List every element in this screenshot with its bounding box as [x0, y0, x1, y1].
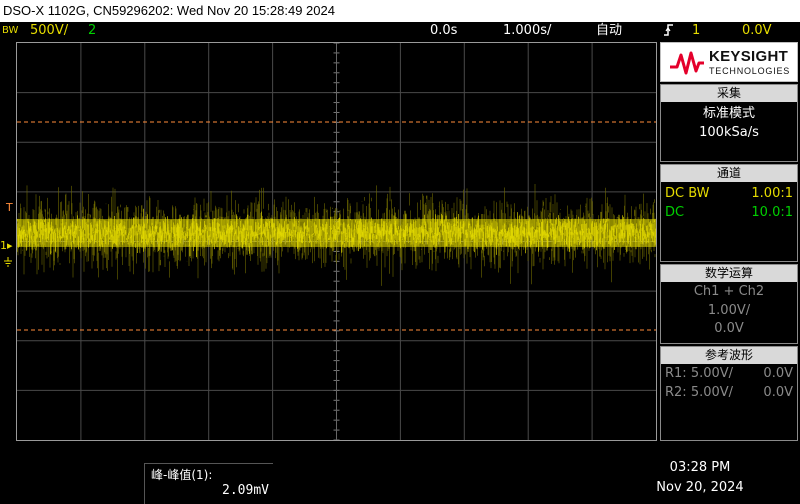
- r2-row[interactable]: R2: 5.00V/ 0.0V: [661, 383, 797, 402]
- r1-row[interactable]: R1: 5.00V/ 0.0V: [661, 364, 797, 383]
- ground-icon: [3, 252, 13, 271]
- keysight-wave-icon: [670, 51, 704, 75]
- acquire-mode: 标准模式: [702, 106, 755, 121]
- acquire-section[interactable]: 采集 标准模式 100kSa/s: [660, 84, 798, 162]
- side-panel: KEYSIGHT TECHNOLOGIES 采集 标准模式 100kSa/s 通…: [660, 42, 798, 441]
- r1-scale: 5.00V/: [690, 366, 734, 381]
- measurement-bar: 峰-峰值(1): 2.09mV 03:28 PM Nov 20, 2024: [0, 443, 800, 504]
- reference-header: 参考波形: [661, 347, 797, 364]
- measurement-value: 2.09mV: [222, 483, 269, 498]
- channel-header: 通道: [661, 165, 797, 182]
- math-offset: 0.0V: [714, 321, 744, 336]
- bw-limit-label: BW: [2, 25, 19, 36]
- r1-offset: 0.0V: [763, 366, 793, 381]
- trigger-mode[interactable]: 自动: [596, 22, 622, 40]
- ch2-row[interactable]: DC 10.0:1: [661, 203, 797, 222]
- time-scale[interactable]: 1.000s/: [503, 22, 551, 40]
- acquire-header: 采集: [661, 85, 797, 102]
- clock-time: 03:28 PM: [669, 460, 731, 475]
- r2-scale: 5.00V/: [690, 385, 734, 400]
- ch1-ground-marker[interactable]: 1▸: [0, 240, 13, 251]
- ground-arrow-icon: ▸: [7, 239, 13, 252]
- graticule: [17, 43, 656, 440]
- trigger-level-marker: T: [6, 201, 13, 214]
- trigger-edge-icon: [662, 22, 676, 44]
- brand-subtitle: TECHNOLOGIES: [709, 66, 791, 76]
- ch1-probe: 1.00:1: [751, 186, 793, 201]
- window-title: DSO-X 1102G, CN59296202: Wed Nov 20 15:2…: [3, 3, 335, 18]
- measurement-label: 峰-峰值(1):: [151, 468, 213, 482]
- waveform-display[interactable]: [16, 42, 657, 441]
- ch1-ground-label: 1: [0, 239, 7, 252]
- channel-section[interactable]: 通道 DC BW 1.00:1 DC 10.0:1: [660, 164, 798, 262]
- brand-logo: KEYSIGHT TECHNOLOGIES: [660, 42, 798, 82]
- time-delay[interactable]: 0.0s: [430, 22, 457, 40]
- trigger-source[interactable]: 1: [692, 22, 700, 40]
- ch2-indicator[interactable]: 2: [88, 22, 96, 40]
- math-scale: 1.00V/: [707, 303, 751, 318]
- ch1-row[interactable]: DC BW 1.00:1: [661, 184, 797, 203]
- ch1-scale[interactable]: 500V/: [30, 22, 68, 40]
- ch1-coupling: DC BW: [665, 186, 710, 201]
- math-header: 数学运算: [661, 265, 797, 282]
- brand-name: KEYSIGHT: [709, 48, 789, 65]
- ch1-trace-core: [17, 219, 656, 247]
- math-section[interactable]: 数学运算 Ch1 + Ch2 1.00V/ 0.0V: [660, 264, 798, 344]
- reference-section[interactable]: 参考波形 R1: 5.00V/ 0.0V R2: 5.00V/ 0.0V: [660, 346, 798, 441]
- r1-label: R1:: [665, 366, 687, 381]
- r2-label: R2:: [665, 385, 687, 400]
- clock: 03:28 PM Nov 20, 2024: [640, 458, 760, 498]
- ch2-coupling: DC: [665, 205, 685, 220]
- status-bar: BW 500V/ 2 0.0s 1.000s/ 自动 1 0.0V: [0, 22, 800, 40]
- clock-date: Nov 20, 2024: [656, 480, 744, 495]
- r2-offset: 0.0V: [763, 385, 793, 400]
- measurement-box[interactable]: 峰-峰值(1): 2.09mV: [144, 463, 273, 504]
- title-bar: DSO-X 1102G, CN59296202: Wed Nov 20 15:2…: [0, 0, 800, 22]
- sample-rate: 100kSa/s: [699, 125, 759, 140]
- ch2-probe: 10.0:1: [751, 205, 793, 220]
- trigger-level[interactable]: 0.0V: [742, 22, 772, 40]
- math-function: Ch1 + Ch2: [693, 284, 765, 299]
